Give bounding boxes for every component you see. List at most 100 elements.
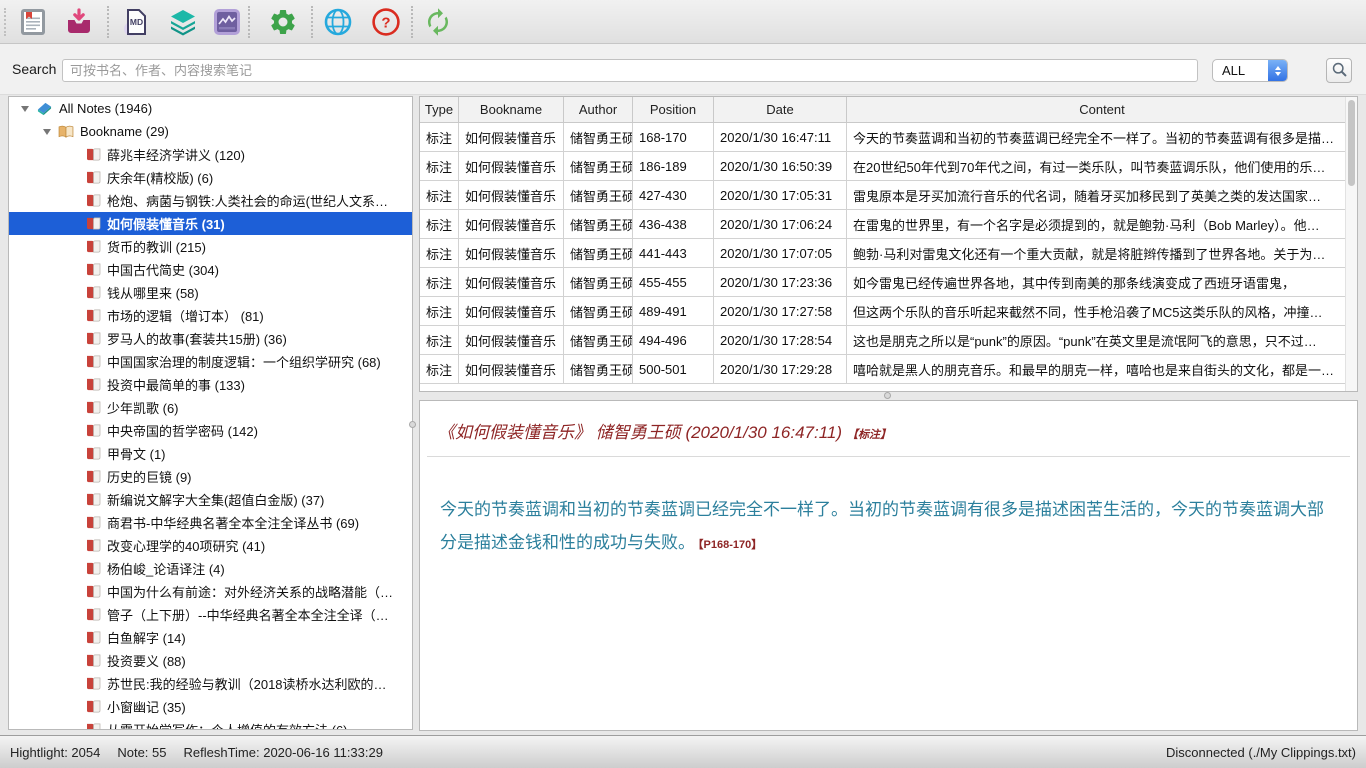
red-book-icon [86,263,101,276]
table-cell: 168-170 [633,123,714,151]
sidebar-book-item[interactable]: 枪炮、病菌与钢铁:人类社会的命运(世纪人文系… [9,189,412,212]
all-notes-icon [36,101,53,116]
disclosure-triangle[interactable] [21,106,29,112]
red-book-icon [86,585,101,598]
sidebar-book-item[interactable]: 货币的教训 (215) [9,235,412,258]
red-book-icon [86,217,101,230]
table-cell: 储智勇王硕 [564,152,633,180]
book-label: 杨伯峻_论语译注 (4) [107,559,225,578]
help-icon: ? [371,7,401,37]
red-book-icon [86,539,101,552]
red-book-icon [86,470,101,483]
magnifier-icon [1331,61,1348,81]
search-button[interactable] [1326,58,1352,83]
table-row[interactable]: 标注如何假装懂音乐储智勇王硕489-4912020/1/30 17:27:58但… [420,297,1357,326]
book-label: 钱从哪里来 (58) [107,283,199,302]
notes-button[interactable] [18,7,48,37]
sidebar-book-item[interactable]: 白鱼解字 (14) [9,626,412,649]
table-cell: 如何假装懂音乐 [459,268,564,296]
sidebar-book-item[interactable]: 商君书-中华经典名著全本全注全译丛书 (69) [9,511,412,534]
sidebar-tree: All Notes (1946) Bookname (29) 薛兆丰经济学讲义 … [8,96,413,730]
layers-button[interactable] [168,7,198,37]
table-cell: 2020/1/30 16:47:11 [714,123,847,151]
horizontal-splitter-handle[interactable] [884,392,891,399]
sidebar-book-item[interactable]: 如何假装懂音乐 (31) [9,212,412,235]
book-label: 薛兆丰经济学讲义 (120) [107,145,245,164]
table-cell: 标注 [420,210,459,238]
book-label: 中国古代简史 (304) [107,260,219,279]
sidebar-book-item[interactable]: 历史的巨镜 (9) [9,465,412,488]
sidebar-book-item[interactable]: 杨伯峻_论语译注 (4) [9,557,412,580]
table-cell: 在雷鬼的世界里，有一个名字是必须提到的，就是鲍勃·马利（Bob Marley）。… [847,210,1357,238]
help-button[interactable]: ? [371,7,401,37]
sidebar-book-item[interactable]: 苏世民:我的经验与教训（2018读桥水达利欧的… [9,672,412,695]
search-input[interactable] [62,59,1198,82]
red-book-icon [86,240,101,253]
red-book-icon [86,401,101,414]
table-cell: 186-189 [633,152,714,180]
sidebar-book-item[interactable]: 罗马人的故事(套装共15册) (36) [9,327,412,350]
red-book-icon [86,194,101,207]
table-row[interactable]: 标注如何假装懂音乐储智勇王硕455-4552020/1/30 17:23:36如… [420,268,1357,297]
column-header[interactable]: Content [847,97,1357,122]
sidebar-book-item[interactable]: 新编说文解字大全集(超值白金版) (37) [9,488,412,511]
column-header[interactable]: Author [564,97,633,122]
detail-title-row: 《如何假装懂音乐》 储智勇王硕 (2020/1/30 16:47:11)【标注】 [420,401,1357,456]
sidebar-book-item[interactable]: 投资中最简单的事 (133) [9,373,412,396]
table-cell: 500-501 [633,355,714,383]
table-cell: 储智勇王硕 [564,326,633,354]
detail-body-row: 今天的节奏蓝调和当初的节奏蓝调已经完全不一样了。当初的节奏蓝调有很多是描述困苦生… [440,493,1337,562]
table-cell: 在20世纪50年代到70年代之间，有过一类乐队，叫节奏蓝调乐队，他们使用的乐… [847,152,1357,180]
table-row[interactable]: 标注如何假装懂音乐储智勇王硕168-1702020/1/30 16:47:11今… [420,123,1357,152]
sidebar-book-item[interactable]: 中国古代简史 (304) [9,258,412,281]
sidebar-book-item[interactable]: 中国为什么有前途：对外经济关系的战略潜能（… [9,580,412,603]
book-label: 中国国家治理的制度逻辑：一个组织学研究 (68) [107,352,381,371]
table-row[interactable]: 标注如何假装懂音乐储智勇王硕441-4432020/1/30 17:07:05鲍… [420,239,1357,268]
table-row[interactable]: 标注如何假装懂音乐储智勇王硕427-4302020/1/30 17:05:31雷… [420,181,1357,210]
column-header[interactable]: Date [714,97,847,122]
table-cell: 储智勇王硕 [564,181,633,209]
settings-button[interactable] [268,7,298,37]
table-scrollbar-thumb[interactable] [1348,100,1355,186]
red-book-icon [86,332,101,345]
sidebar-book-item[interactable]: 钱从哪里来 (58) [9,281,412,304]
table-row[interactable]: 标注如何假装懂音乐储智勇王硕186-1892020/1/30 16:50:39在… [420,152,1357,181]
sidebar-book-item[interactable]: 市场的逻辑（增订本） (81) [9,304,412,327]
vertical-splitter-handle[interactable] [409,421,416,428]
red-book-icon [86,677,101,690]
column-header[interactable]: Bookname [459,97,564,122]
sidebar-book-item[interactable]: 庆余年(精校版) (6) [9,166,412,189]
table-cell: 如今雷鬼已经传遍世界各地，其中传到南美的那条线演变成了西班牙语雷鬼， [847,268,1357,296]
column-header[interactable]: Type [420,97,459,122]
red-book-icon [86,608,101,621]
table-row[interactable]: 标注如何假装懂音乐储智勇王硕436-4382020/1/30 17:06:24在… [420,210,1357,239]
sidebar-book-item[interactable]: 从零开始学写作：个人增值的有效方法 (6) [9,718,412,730]
sidebar-book-item[interactable]: 小窗幽记 (35) [9,695,412,718]
sidebar-item-all-notes[interactable]: All Notes (1946) [9,97,412,120]
table-row[interactable]: 标注如何假装懂音乐储智勇王硕494-4962020/1/30 17:28:54这… [420,326,1357,355]
statistics-button[interactable] [212,7,242,37]
table-row[interactable]: 标注如何假装懂音乐储智勇王硕500-5012020/1/30 17:29:28嘻… [420,355,1357,384]
sidebar-book-item[interactable]: 甲骨文 (1) [9,442,412,465]
sidebar-book-item[interactable]: 改变心理学的40项研究 (41) [9,534,412,557]
import-button[interactable] [64,7,94,37]
sidebar-book-item[interactable]: 管子（上下册）--中华经典名著全本全注全译（… [9,603,412,626]
sidebar-book-item[interactable]: 中国国家治理的制度逻辑：一个组织学研究 (68) [9,350,412,373]
column-header[interactable]: Position [633,97,714,122]
refresh-button[interactable] [423,7,453,37]
markdown-export-button[interactable]: MD [121,7,151,37]
layers-icon [168,7,198,37]
sidebar-book-item[interactable]: 投资要义 (88) [9,649,412,672]
book-label: 甲骨文 (1) [107,444,166,463]
detail-divider [427,456,1350,457]
filter-dropdown[interactable]: ALL [1212,59,1288,82]
disclosure-triangle[interactable] [43,129,51,135]
book-label: 货币的教训 (215) [107,237,206,256]
notes-icon [18,7,48,37]
sidebar-item-bookname[interactable]: Bookname (29) [9,120,412,143]
sidebar-book-item[interactable]: 中央帝国的哲学密码 (142) [9,419,412,442]
web-button[interactable] [323,7,353,37]
sidebar-book-item[interactable]: 少年凯歌 (6) [9,396,412,419]
red-book-icon [86,148,101,161]
sidebar-book-item[interactable]: 薛兆丰经济学讲义 (120) [9,143,412,166]
